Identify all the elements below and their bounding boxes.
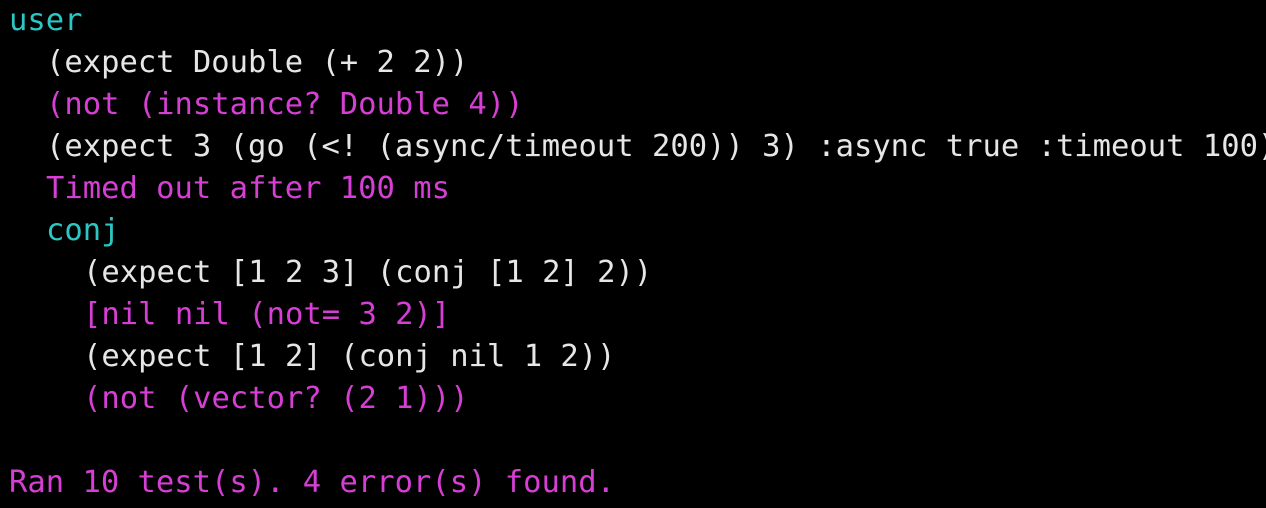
expectation-line: (expect [1 2 3] (conj [1 2] 2))	[83, 255, 653, 290]
expectation-line: (expect [1 2] (conj nil 1 2))	[83, 339, 616, 374]
prompt-cursor	[9, 500, 49, 508]
terminal-window[interactable]: user (expect Double (+ 2 2)) (not (insta…	[0, 0, 1266, 508]
failure-message: Timed out after 100 ms	[46, 171, 450, 206]
failure-message: [nil nil (not= 3 2)]	[83, 297, 451, 332]
failure-message: (not (vector? (2 1)))	[83, 381, 469, 416]
sub-namespace-heading: conj	[46, 213, 120, 248]
expectation-line: (expect 3 (go (<! (async/timeout 200)) 3…	[46, 129, 1266, 164]
failure-message: (not (instance? Double 4))	[46, 87, 524, 122]
namespace-heading: user	[9, 3, 83, 38]
test-summary: Ran 10 test(s). 4 error(s) found.	[9, 465, 615, 500]
expectation-line: (expect Double (+ 2 2))	[46, 45, 469, 80]
